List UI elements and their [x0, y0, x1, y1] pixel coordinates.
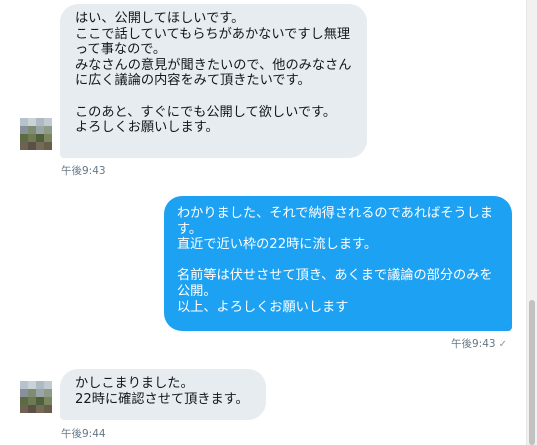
sender-avatar[interactable]: [20, 381, 52, 413]
message-timestamp: 午後9:44: [61, 428, 106, 440]
incoming-message-bubble[interactable]: はい、公開してほしいです。 ここで話していてもらちがあかないですし無理って事なの…: [60, 4, 367, 158]
incoming-message-bubble[interactable]: かしこまりました。 22時に確認させて頂きます。: [60, 369, 266, 420]
outgoing-message-bubble[interactable]: わかりました、それで納得されるのであればそうします。 直近で近い枠の22時に流し…: [164, 196, 512, 331]
sender-avatar[interactable]: [20, 118, 52, 150]
message-timestamp: 午後9:43 ✓: [451, 336, 507, 351]
scrollbar[interactable]: [526, 0, 537, 445]
check-icon: ✓: [498, 339, 507, 350]
conversation-thread: はい、公開してほしいです。 ここで話していてもらちがあかないですし無理って事なの…: [0, 0, 526, 445]
message-time: 午後9:43: [451, 338, 496, 350]
message-timestamp: 午後9:43: [61, 165, 106, 177]
scrollbar-thumb[interactable]: [529, 300, 535, 445]
